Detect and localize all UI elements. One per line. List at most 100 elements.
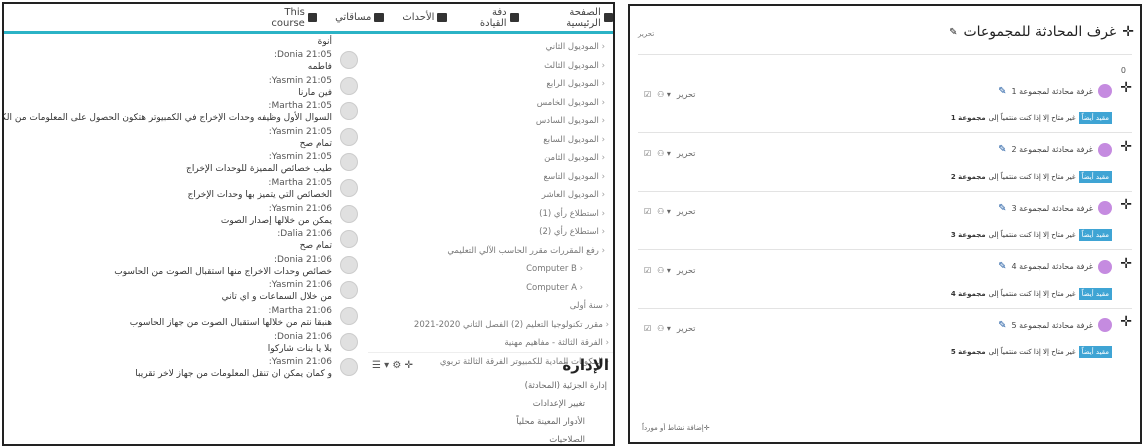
chat-message-meta: Yasmin 21:06: [268, 357, 332, 368]
group-mode-icon[interactable]: ⚇ ▾ [657, 266, 671, 275]
group-chat-item: ✛ غرفة محادثة لمجموعة 3 ✎ ☑ ⚇ ▾ تحرير مقيد أيض… [638, 195, 1134, 253]
navbar-item-label: الصفحة الرئيسية [566, 6, 601, 29]
nav-item[interactable]: رفع المقررات مقرر الحاسب الآلي التعليمي [368, 242, 613, 261]
group-chat-name[interactable]: غرفة محادثة لمجموعة 4 ✎ [998, 259, 1112, 274]
chat-message-meta: Martha 21:05: [268, 101, 332, 112]
navbar-item-label: مساقاتي [335, 12, 372, 23]
edit-pencil-icon[interactable]: ✎ [998, 144, 1006, 155]
nav-item[interactable]: الموديول الثاني [368, 38, 613, 57]
chat-message-text: و كمان يمكن ان تنقل المعلومات من جهاز لا… [135, 369, 332, 380]
activity-controls: ☑ ⚇ ▾ تحرير [644, 149, 695, 158]
navbar-item-1[interactable]: دفة القيادة [465, 7, 519, 29]
edit-link[interactable]: تحرير [677, 90, 695, 99]
chat-message: Yasmin 21:05: فين مارنا [8, 74, 360, 100]
admin-menu-item[interactable]: الصلاحيات [368, 431, 613, 444]
edit-pencil-icon[interactable]: ✎ [998, 86, 1006, 97]
restriction-note: مقيد أيضاً غير متاح إلا إذا كنت منتمياً إ… [950, 170, 1112, 183]
briefcase-icon [374, 13, 385, 22]
nav-item[interactable]: الموديول الثامن [368, 149, 613, 168]
home-icon [603, 13, 613, 22]
calendar-icon [437, 13, 448, 22]
checkbox-icon[interactable]: ☑ [644, 266, 651, 275]
nav-item[interactable]: سنة أولى [368, 297, 613, 316]
group-chat-name[interactable]: غرفة محادثة لمجموعة 1 ✎ [998, 84, 1112, 98]
move-icon[interactable]: ✛ [1122, 24, 1134, 40]
group-chat-rooms-page: ✛ غرف المحادثة للمجموعات ✎ تحرير 0 ✛ غرفة… [628, 4, 1142, 444]
nav-item[interactable]: الموديول العاشر [368, 186, 613, 205]
section-edit-link[interactable]: تحرير [638, 30, 654, 38]
edit-link[interactable]: تحرير [677, 266, 695, 275]
group-mode-icon[interactable]: ⚇ ▾ [657, 324, 671, 333]
group-divider [638, 190, 1132, 192]
group-mode-icon[interactable]: ⚇ ▾ [657, 90, 671, 99]
edit-pencil-icon[interactable]: ✎ [998, 320, 1006, 331]
activity-controls: ☑ ⚇ ▾ تحرير [644, 207, 695, 216]
admin-menu-item[interactable]: الأدوار المعينة محلياً [368, 413, 613, 431]
page-title-text: غرف المحادثة للمجموعات [963, 24, 1117, 40]
group-chat-name[interactable]: غرفة محادثة لمجموعة 2 ✎ [998, 142, 1112, 157]
admin-menu-item[interactable]: إدارة الجزئية (المحادثة) [368, 377, 613, 395]
nav-item[interactable]: استطلاع رأي (1) [368, 205, 613, 224]
group-chat-item: ✛ غرفة محادثة لمجموعة 1 ✎ ☑ ⚇ ▾ تحرير مقيد أيض… [638, 78, 1134, 136]
chat-message: Yasmin 21:06: و كمان يمكن ان تنقل المعلوم… [8, 355, 360, 381]
restriction-group: مجموعة 5 [950, 348, 986, 356]
edit-link[interactable]: تحرير [677, 207, 695, 216]
nav-item[interactable]: Computer A [368, 279, 613, 298]
avatar [340, 102, 358, 121]
chat-icon [1098, 142, 1112, 157]
nav-item[interactable]: الموديول الخامس [368, 94, 613, 113]
move-icon[interactable]: ✛ [1120, 139, 1132, 155]
move-icon[interactable]: ✛ [1120, 197, 1132, 213]
nav-item[interactable]: الموديول السادس [368, 112, 613, 131]
edit-pencil-icon[interactable]: ✎ [949, 27, 957, 38]
restricted-badge: مقيد أيضاً [1078, 170, 1112, 183]
group-chat-name[interactable]: غرفة محادثة لمجموعة 5 ✎ [998, 318, 1112, 332]
section-counter: 0 [1120, 66, 1126, 75]
restriction-text: غير متاح إلا إذا كنت منتمياً إلى [988, 348, 1076, 356]
edit-link[interactable]: تحرير [677, 324, 695, 333]
group-chat-name[interactable]: غرفة محادثة لمجموعة 3 ✎ [998, 201, 1112, 215]
restriction-group: مجموعة 2 [950, 172, 986, 181]
nav-item[interactable]: مقرر تكنولوجيا التعليم (2) الفصل الثاني … [368, 316, 613, 335]
group-chat-item: ✛ غرفة محادثة لمجموعة 5 ✎ ☑ ⚇ ▾ تحرير مقيد أيض… [638, 312, 1134, 370]
page-title: ✛ غرف المحادثة للمجموعات ✎ [949, 24, 1134, 40]
navbar-item-4[interactable]: This course [252, 7, 318, 29]
group-mode-icon[interactable]: ⚇ ▾ [657, 207, 671, 216]
nav-item[interactable]: استطلاع رأي (2) [368, 223, 613, 242]
edit-pencil-icon[interactable]: ✎ [998, 203, 1006, 214]
course-navigation: الموديول الثانيالموديول الثالثالموديول ا… [368, 38, 613, 367]
restriction-group: مجموعة 4 [950, 289, 986, 298]
group-mode-icon[interactable]: ⚇ ▾ [657, 149, 671, 158]
nav-item[interactable]: الموديول الثالث [368, 57, 613, 76]
chat-message: Donia 21:05: فاطمه [8, 48, 360, 74]
nav-item[interactable]: الموديول السابع [368, 131, 613, 150]
chat-message-text: من خلال السماعات و اي تاني [221, 292, 332, 303]
checkbox-icon[interactable]: ☑ [644, 324, 651, 333]
nav-item[interactable]: Computer B [368, 260, 613, 279]
restriction-text: غير متاح إلا إذا كنت منتمياً إلى [988, 172, 1076, 181]
avatar [340, 281, 358, 300]
chat-message: Martha 21:06: هنبقا نتم من خلالها استقبال… [8, 304, 360, 330]
avatar [340, 358, 358, 377]
course-chat-window: الصفحة الرئيسية دفة القيادة الأحداث مساقاتي… [2, 2, 615, 446]
navbar-item-3[interactable]: مساقاتي [335, 12, 385, 23]
move-icon[interactable]: ✛ [1120, 80, 1132, 96]
nav-item[interactable]: الموديول التاسع [368, 168, 613, 187]
admin-tools-icon[interactable]: ☰ ▾ ⚙ ✛ [372, 360, 413, 371]
move-icon[interactable]: ✛ [1120, 256, 1132, 272]
nav-item[interactable]: الفرقة الثالثة - مفاهيم مهنية [368, 334, 613, 353]
checkbox-icon[interactable]: ☑ [644, 90, 651, 99]
edit-link[interactable]: تحرير [677, 149, 695, 158]
admin-menu-item[interactable]: تغيير الإعدادات [368, 395, 613, 413]
edit-pencil-icon[interactable]: ✎ [998, 261, 1006, 272]
navbar-item-2[interactable]: الأحداث [402, 12, 448, 23]
checkbox-icon[interactable]: ☑ [644, 207, 651, 216]
restriction-text: غير متاح إلا إذا كنت منتمياً إلى [988, 289, 1076, 298]
navbar-item-0[interactable]: الصفحة الرئيسية [537, 7, 613, 29]
nav-item[interactable]: الموديول الرابع [368, 75, 613, 94]
group-chat-name-label: غرفة محادثة لمجموعة 3 [1011, 203, 1093, 213]
move-icon[interactable]: ✛ [1120, 314, 1132, 330]
add-activity-link[interactable]: ✛إضافة نشاط أو مورداً [642, 424, 710, 432]
chat-icon [1098, 259, 1112, 274]
checkbox-icon[interactable]: ☑ [644, 149, 651, 158]
